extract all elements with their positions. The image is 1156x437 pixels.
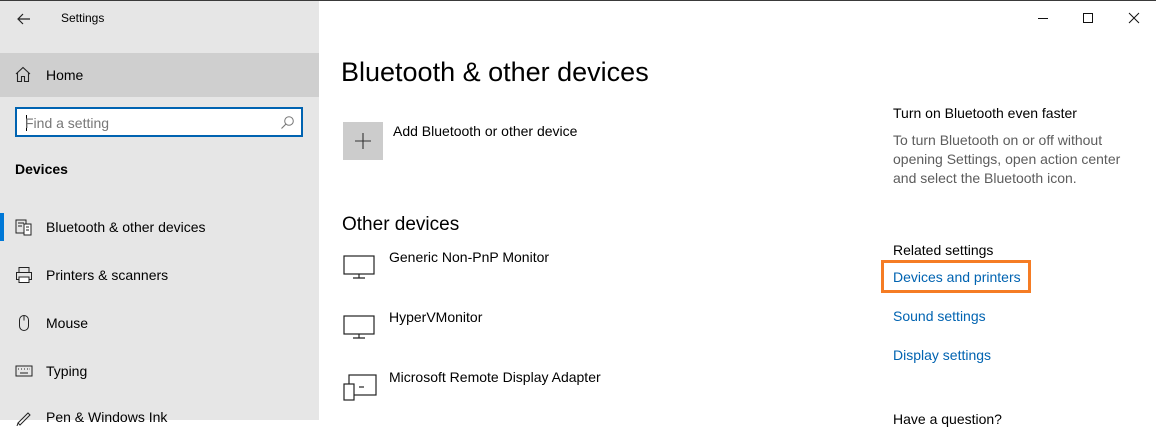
sidebar-item-label: Printers & scanners (46, 267, 169, 283)
sidebar-section-heading: Devices (15, 161, 68, 177)
remote-display-icon (343, 372, 377, 407)
sidebar-item-label: Mouse (46, 315, 89, 331)
home-icon (14, 66, 32, 88)
device-item[interactable]: Generic Non-PnP Monitor (343, 249, 843, 289)
printer-icon (15, 266, 33, 289)
add-device-button[interactable] (343, 122, 383, 160)
minimize-icon (1038, 18, 1048, 19)
mouse-icon (15, 314, 33, 337)
search-icon[interactable] (280, 115, 295, 135)
sidebar: Settings Home Devices Bluetooth & other … (0, 0, 319, 427)
bluetooth-devices-icon (15, 218, 33, 241)
main-content: Bluetooth & other devices Add Bluetooth … (319, 0, 1156, 427)
app-title: Settings (61, 11, 105, 25)
question-heading: Have a question? (893, 411, 1002, 427)
search-input[interactable] (25, 114, 275, 132)
back-button[interactable] (10, 7, 38, 31)
devices-and-printers-link[interactable]: Devices and printers (893, 269, 1021, 285)
sidebar-item-mouse[interactable]: Mouse (0, 303, 319, 343)
sidebar-item-label: Pen & Windows Ink (46, 409, 168, 425)
sidebar-item-pen[interactable]: Pen & Windows Ink (0, 397, 319, 437)
search-box[interactable] (15, 107, 303, 137)
sound-settings-link[interactable]: Sound settings (893, 308, 986, 324)
sidebar-item-label: Typing (46, 363, 88, 379)
close-button[interactable] (1111, 5, 1156, 31)
sidebar-item-bluetooth[interactable]: Bluetooth & other devices (0, 207, 319, 247)
device-label: Microsoft Remote Display Adapter (389, 369, 601, 385)
maximize-button[interactable] (1065, 5, 1111, 31)
sidebar-item-label: Bluetooth & other devices (46, 219, 206, 235)
display-settings-link[interactable]: Display settings (893, 347, 991, 363)
sidebar-item-printers[interactable]: Printers & scanners (0, 255, 319, 295)
related-settings-heading: Related settings (893, 242, 994, 258)
sidebar-item-typing[interactable]: Typing (0, 351, 319, 391)
device-label: Generic Non-PnP Monitor (389, 249, 550, 265)
minimize-button[interactable] (1020, 5, 1066, 31)
tip-text: To turn Bluetooth on or off without open… (893, 132, 1121, 186)
page-title: Bluetooth & other devices (341, 57, 649, 87)
sidebar-home[interactable]: Home (0, 53, 319, 97)
close-icon (1128, 12, 1140, 24)
tip-title: Turn on Bluetooth even faster (893, 105, 1077, 121)
monitor-icon (343, 312, 375, 345)
other-devices-heading: Other devices (342, 214, 460, 235)
plus-icon (355, 133, 371, 149)
device-item[interactable]: HyperVMonitor (343, 309, 843, 349)
maximize-icon (1083, 13, 1093, 23)
device-label: HyperVMonitor (389, 309, 483, 325)
monitor-icon (343, 252, 375, 285)
sidebar-home-label: Home (46, 67, 84, 83)
keyboard-icon (15, 362, 33, 385)
back-arrow-icon (17, 13, 30, 25)
add-device-label[interactable]: Add Bluetooth or other device (393, 123, 577, 139)
device-item[interactable]: Microsoft Remote Display Adapter (343, 369, 843, 409)
